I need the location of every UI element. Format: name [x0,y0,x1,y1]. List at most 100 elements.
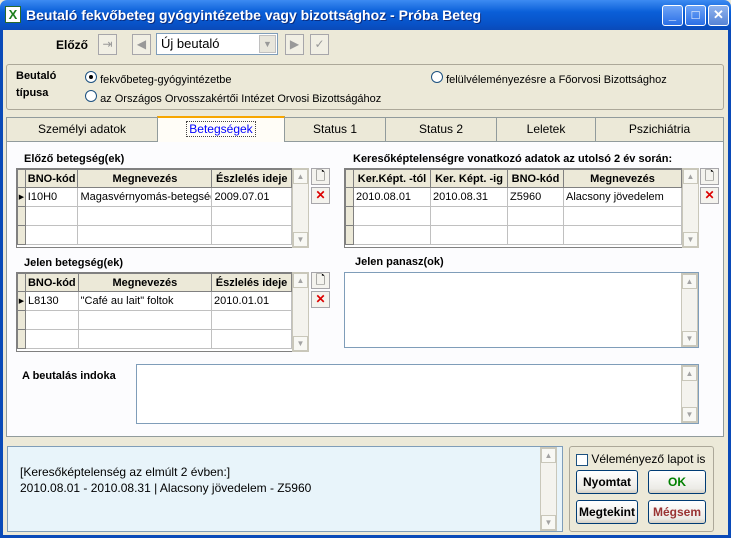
row-indicator-icon: ▶ [17,291,26,311]
referral-type-label-1: Beutaló [16,70,57,82]
table-cell[interactable]: 2009.07.01 [211,187,292,207]
radio-inpatient[interactable]: fekvőbeteg-gyógyintézetbe [85,71,232,86]
table-row[interactable]: ▶ L8130 "Café au lait" foltok 2010.01.01 [17,291,292,311]
vertical-scrollbar[interactable]: ▲ ▼ [540,447,557,531]
radio-expert-institute[interactable]: az Országos Orvosszakértői Intézet Orvos… [85,90,381,105]
checkbox-icon[interactable] [576,453,588,466]
confirm-button[interactable]: ✓ [310,34,329,55]
minimize-button[interactable]: _ [662,5,683,26]
nav-back-button[interactable]: ◀ [132,34,151,55]
radio-review[interactable]: felülvéleményezésre a Főorvosi Bizottság… [431,71,667,86]
prev-label: Előző [56,38,88,52]
incapacity-title: Keresőképtelenségre vonatkozó adatok az … [353,153,673,165]
table-cell[interactable]: I10H0 [24,187,79,207]
scroll-up-icon[interactable]: ▲ [683,169,698,184]
table-cell[interactable]: "Café au lait" foltok [77,291,213,311]
table-cell[interactable]: Alacsony jövedelem [563,187,682,207]
radio-button-selected[interactable] [85,71,97,83]
new-document-icon: 🗋 [315,273,326,287]
current-diseases-title: Jelen betegség(ek) [24,257,124,269]
tab-diseases[interactable]: Betegségek [157,116,285,142]
print-button[interactable]: Nyomtat [576,470,638,494]
opinion-sheet-checkbox[interactable]: Véleményező lapot is [576,452,705,466]
view-button[interactable]: Megtekint [576,500,638,524]
table-cell[interactable]: Magasvérnyomás-betegség [77,187,213,207]
tab-status-2[interactable]: Status 2 [385,117,497,141]
incapacity-grid[interactable]: Ker.Képt. -tól Ker. Képt. -ig BNO-kód Me… [344,168,682,248]
delete-incapacity-button[interactable]: ✕ [700,187,719,204]
tab-findings[interactable]: Leletek [496,117,596,141]
radio-button[interactable] [85,90,97,102]
radio-expert-institute-label: az Országos Orvosszakértői Intézet Orvos… [100,93,382,105]
table-cell[interactable]: Z5960 [507,187,564,207]
previous-diseases-title: Előző betegség(ek) [24,153,125,165]
new-document-icon: 🗋 [704,169,715,183]
complaints-title: Jelen panasz(ok) [355,256,444,268]
column-header[interactable]: Ker.Képt. -tól [353,169,431,188]
current-diseases-grid[interactable]: BNO-kód Megnevezés Észlelés ideje ▶ L813… [16,272,292,352]
vertical-scrollbar[interactable]: ▲ ▼ [292,168,309,248]
prev-referral-button[interactable]: ⇥ [98,34,117,55]
column-header[interactable]: Megnevezés [563,169,682,188]
left-arrow-icon: ◀ [136,37,147,51]
table-cell[interactable]: 2010.08.31 [430,187,508,207]
new-document-icon: 🗋 [315,169,326,183]
add-incapacity-button[interactable]: 🗋 [700,168,719,185]
vertical-scrollbar[interactable]: ▲ ▼ [292,272,309,352]
scroll-up-icon[interactable]: ▲ [293,273,308,288]
column-header[interactable]: BNO-kód [507,169,564,188]
delete-previous-disease-button[interactable]: ✕ [311,187,330,204]
right-arrow-icon: ▶ [289,37,300,51]
ok-button[interactable]: OK [648,470,706,494]
scroll-up-icon[interactable]: ▲ [682,366,697,381]
nav-forward-button[interactable]: ▶ [285,34,304,55]
vertical-scrollbar[interactable]: ▲ ▼ [682,168,699,248]
tab-diseases-label: Betegségek [186,121,256,137]
radio-button[interactable] [431,71,443,83]
scroll-down-icon[interactable]: ▼ [682,407,697,422]
column-header[interactable]: Észlelés ideje [211,169,292,188]
summary-line-2: 2010.08.01 - 2010.08.31 | Alacsony jöved… [20,481,312,495]
column-header[interactable]: BNO-kód [24,273,79,292]
add-current-disease-button[interactable]: 🗋 [311,272,330,289]
table-cell[interactable]: L8130 [24,291,79,311]
scroll-down-icon[interactable]: ▼ [541,515,556,530]
delete-current-disease-button[interactable]: ✕ [311,291,330,308]
chevron-down-icon[interactable]: ▼ [259,35,276,53]
table-row[interactable]: ▶ I10H0 Magasvérnyomás-betegség 2009.07.… [17,187,292,207]
column-header[interactable]: Megnevezés [77,273,213,292]
add-previous-disease-button[interactable]: 🗋 [311,168,330,185]
scroll-down-icon[interactable]: ▼ [293,232,308,247]
radio-inpatient-label: fekvőbeteg-gyógyintézetbe [100,74,232,86]
table-cell[interactable]: 2010.01.01 [211,291,292,311]
scroll-up-icon[interactable]: ▲ [293,169,308,184]
tab-psychiatry[interactable]: Pszichiátria [595,117,724,141]
app-icon: X [5,6,21,23]
vertical-scrollbar[interactable]: ▲ ▼ [681,365,698,423]
maximize-button[interactable]: □ [685,5,706,26]
previous-diseases-grid[interactable]: BNO-kód Megnevezés Észlelés ideje ▶ I10H… [16,168,292,248]
opinion-sheet-label: Véleményező lapot is [591,452,706,466]
cancel-button[interactable]: Mégsem [648,500,706,524]
tab-status-1[interactable]: Status 1 [284,117,386,141]
table-row[interactable]: 2010.08.01 2010.08.31 Z5960 Alacsony jöv… [345,187,682,207]
delete-x-icon: ✕ [315,188,326,202]
close-button[interactable]: ✕ [708,5,729,26]
column-header[interactable]: Megnevezés [77,169,213,188]
column-header[interactable]: Észlelés ideje [211,273,292,292]
reason-title: A beutalás indoka [22,370,116,382]
column-header[interactable]: BNO-kód [24,169,79,188]
column-header[interactable]: Ker. Képt. -ig [430,169,508,188]
reason-textarea[interactable] [136,364,699,424]
scroll-up-icon[interactable]: ▲ [682,274,697,289]
scroll-up-icon[interactable]: ▲ [541,448,556,463]
window-title: Beutaló fekvőbeteg gyógyintézetbe vagy b… [26,7,482,23]
checkmark-icon: ✓ [314,37,325,51]
scroll-down-icon[interactable]: ▼ [293,336,308,351]
scroll-down-icon[interactable]: ▼ [682,331,697,346]
tab-personal[interactable]: Személyi adatok [6,117,158,141]
vertical-scrollbar[interactable]: ▲ ▼ [681,273,698,347]
scroll-down-icon[interactable]: ▼ [683,232,698,247]
table-cell[interactable]: 2010.08.01 [353,187,431,207]
complaints-textarea[interactable] [344,272,699,348]
